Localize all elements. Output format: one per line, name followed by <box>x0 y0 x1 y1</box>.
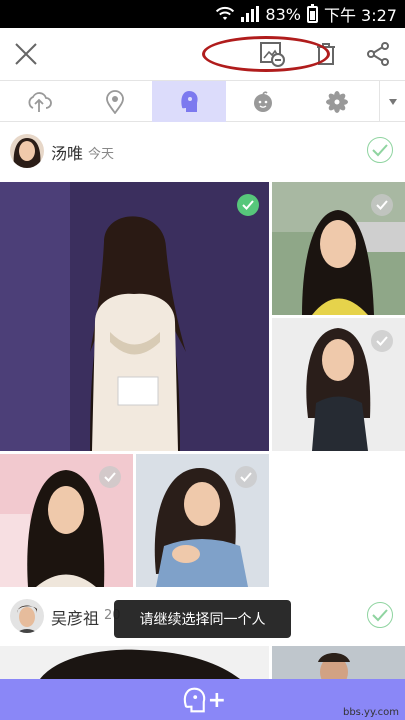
tab-faces[interactable] <box>152 81 226 122</box>
close-icon <box>15 43 37 65</box>
check-icon <box>242 200 254 210</box>
image-remove-icon <box>260 42 285 67</box>
status-bar: 83% 下午 3:27 <box>0 0 405 28</box>
add-person-icon <box>183 687 206 713</box>
group-select-checkbox[interactable] <box>367 137 393 163</box>
photo-thumbnail[interactable] <box>0 646 269 679</box>
photo-thumbnail[interactable] <box>0 454 133 587</box>
signal-icon <box>241 6 260 22</box>
check-icon <box>240 472 252 482</box>
cloud-upload-icon <box>28 91 52 112</box>
check-icon <box>104 472 116 482</box>
watermark: bbs.yy.com <box>342 707 399 718</box>
photo-image <box>272 646 405 679</box>
wifi-icon <box>216 6 235 20</box>
photo-thumbnail[interactable] <box>272 182 405 315</box>
category-tabs <box>0 80 405 122</box>
photo-image <box>0 646 269 679</box>
flower-icon <box>326 90 348 113</box>
group-select-checkbox[interactable] <box>367 602 393 628</box>
baby-icon <box>254 90 272 112</box>
person-date: 今天 <box>88 147 115 162</box>
delete-button[interactable] <box>310 38 342 70</box>
add-person-plus: + <box>207 687 226 713</box>
photo-select-checkbox[interactable] <box>99 466 121 488</box>
photo-select-checkbox[interactable] <box>235 466 257 488</box>
photo-select-checkbox[interactable] <box>237 194 259 216</box>
close-button[interactable] <box>10 38 42 70</box>
person-name: 吴彦祖 <box>51 609 100 628</box>
check-icon <box>376 336 388 346</box>
battery-percent: 83% <box>265 4 301 24</box>
share-icon <box>367 42 389 66</box>
photo-thumbnail[interactable] <box>0 182 269 451</box>
check-icon <box>372 609 388 622</box>
tab-cloud[interactable] <box>2 81 76 122</box>
tab-location[interactable] <box>78 81 152 122</box>
photo-thumbnail[interactable] <box>272 318 405 451</box>
battery-fill <box>309 10 315 20</box>
check-icon <box>372 144 388 157</box>
photo-thumbnail[interactable] <box>272 646 405 679</box>
person-group-header[interactable]: 汤唯 今天 <box>0 122 405 180</box>
toolbar <box>0 28 405 80</box>
check-icon <box>376 200 388 210</box>
tab-flower[interactable] <box>300 81 374 122</box>
trash-icon <box>317 43 335 65</box>
photo-image <box>0 182 269 451</box>
chevron-down-icon <box>388 98 397 105</box>
location-pin-icon <box>106 89 124 114</box>
face-icon <box>181 90 198 112</box>
bottom-action-bar: + bbs.yy.com <box>0 679 405 720</box>
photo-thumbnail[interactable] <box>136 454 269 587</box>
battery-icon <box>306 3 318 23</box>
toast-message: 请继续选择同一个人 <box>114 600 291 638</box>
add-person-button[interactable]: + <box>182 685 226 715</box>
tab-baby[interactable] <box>226 81 300 122</box>
avatar[interactable] <box>10 134 44 168</box>
share-button[interactable] <box>362 38 394 70</box>
avatar[interactable] <box>10 599 44 633</box>
clock: 下午 3:27 <box>323 6 397 25</box>
photo-select-checkbox[interactable] <box>371 194 393 216</box>
remove-from-person-button[interactable] <box>256 38 288 70</box>
photo-select-checkbox[interactable] <box>371 330 393 352</box>
tabs-more-dropdown[interactable] <box>379 81 405 122</box>
person-name: 汤唯 <box>51 144 84 163</box>
